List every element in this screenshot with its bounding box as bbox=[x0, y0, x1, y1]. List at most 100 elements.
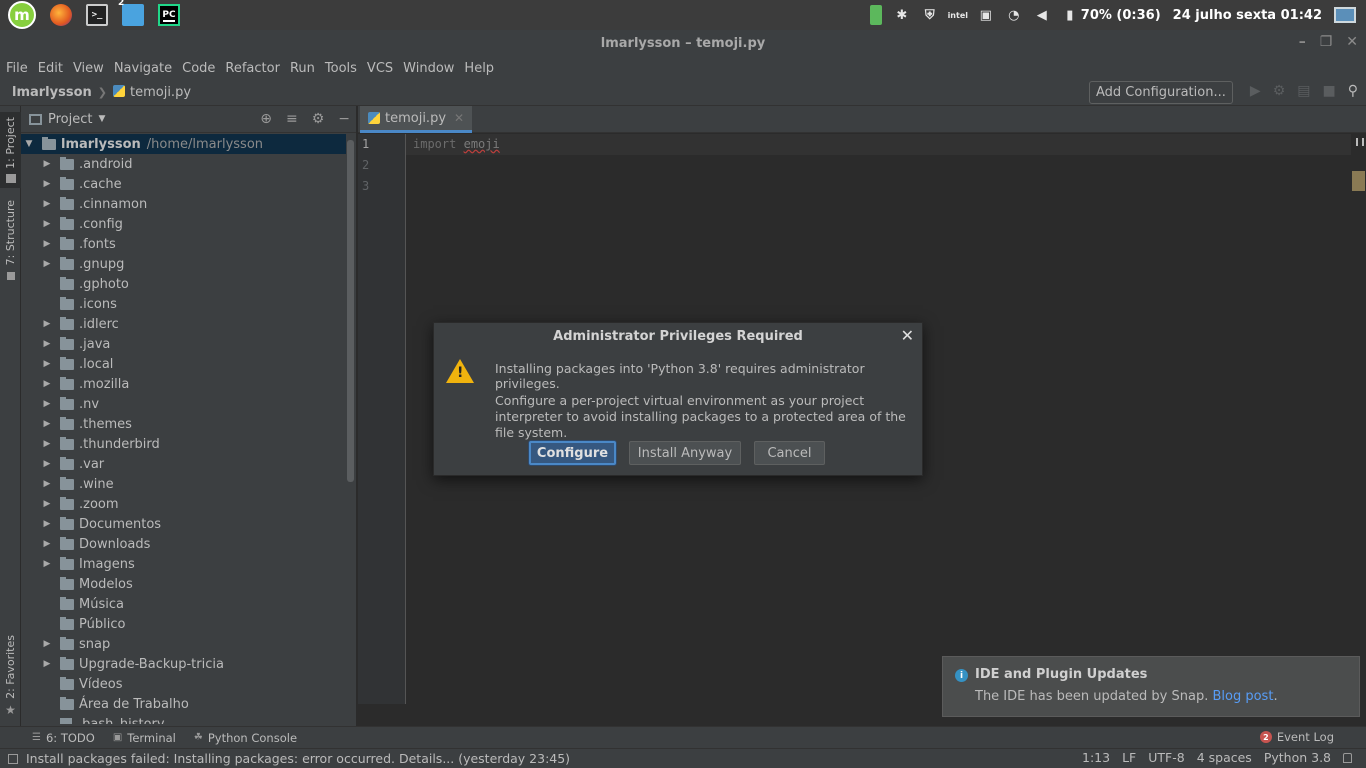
expand-arrow-icon[interactable]: ▶ bbox=[42, 459, 52, 469]
menu-code[interactable]: Code bbox=[178, 61, 219, 76]
files-icon[interactable]: 2 bbox=[118, 0, 144, 26]
expand-arrow-icon[interactable]: ▶ bbox=[42, 339, 52, 349]
caret-position[interactable]: 1:13 bbox=[1082, 750, 1110, 765]
menu-icon[interactable]: m bbox=[8, 1, 36, 29]
tree-item[interactable]: Modelos bbox=[21, 574, 346, 594]
menu-help[interactable]: Help bbox=[460, 61, 498, 76]
shield-icon[interactable]: ⛨ bbox=[922, 7, 938, 23]
tree-item[interactable]: ▶ .android bbox=[21, 154, 346, 174]
minimize-icon[interactable]: – bbox=[1299, 34, 1306, 50]
python-interpreter[interactable]: Python 3.8 bbox=[1264, 750, 1331, 765]
tab-temoji-py[interactable]: temoji.py ✕ bbox=[360, 106, 473, 133]
tab-favorites[interactable]: 2: Favorites ★ bbox=[0, 634, 21, 718]
search-icon[interactable]: ⚲ bbox=[1348, 83, 1358, 99]
menu-window[interactable]: Window bbox=[399, 61, 458, 76]
expand-arrow-icon[interactable]: ▶ bbox=[42, 199, 52, 209]
close-tab-icon[interactable]: ✕ bbox=[454, 111, 464, 125]
close-icon[interactable]: ✕ bbox=[901, 326, 914, 345]
chevron-down-icon[interactable]: ▼ bbox=[98, 114, 105, 124]
tree-item[interactable]: ▶ snap bbox=[21, 634, 346, 654]
expand-arrow-icon[interactable]: ▶ bbox=[42, 539, 52, 549]
gear-icon[interactable]: ⚙ bbox=[312, 111, 325, 127]
tree-item[interactable]: .gphoto bbox=[21, 274, 346, 294]
show-desktop-icon[interactable] bbox=[1334, 7, 1356, 23]
expand-arrow-icon[interactable]: ▶ bbox=[42, 379, 52, 389]
menu-edit[interactable]: Edit bbox=[34, 61, 67, 76]
terminal-icon[interactable]: >_ bbox=[86, 4, 108, 26]
menu-navigate[interactable]: Navigate bbox=[110, 61, 176, 76]
tree-item[interactable]: ▶ .config bbox=[21, 214, 346, 234]
expand-arrow-icon[interactable]: ▶ bbox=[42, 219, 52, 229]
clock[interactable]: 24 julho sexta 01:42 bbox=[1173, 8, 1322, 23]
expand-arrow-icon[interactable]: ▶ bbox=[42, 519, 52, 529]
tree-item[interactable]: ▶ .themes bbox=[21, 414, 346, 434]
expand-arrow-icon[interactable]: ▶ bbox=[42, 179, 52, 189]
collapse-all-icon[interactable]: ≡ bbox=[286, 111, 298, 127]
tree-item[interactable]: ▶ .thunderbird bbox=[21, 434, 346, 454]
expand-arrow-icon[interactable]: ▶ bbox=[42, 419, 52, 429]
menu-view[interactable]: View bbox=[69, 61, 108, 76]
tree-item[interactable]: .icons bbox=[21, 294, 346, 314]
coverage-icon[interactable]: ▤ bbox=[1297, 83, 1310, 99]
tree-item[interactable]: ▶ Upgrade-Backup-tricia bbox=[21, 654, 346, 674]
run-icon[interactable]: ▶ bbox=[1250, 83, 1261, 99]
tree-root[interactable]: ▼ lmarlysson /home/lmarlysson bbox=[21, 134, 346, 154]
intel-icon[interactable]: intel bbox=[948, 7, 968, 23]
update-manager-icon[interactable] bbox=[869, 5, 882, 25]
add-configuration-button[interactable]: Add Configuration... bbox=[1089, 81, 1233, 104]
file-encoding[interactable]: UTF-8 bbox=[1148, 750, 1184, 765]
breadcrumb-root[interactable]: lmarlysson bbox=[12, 85, 92, 100]
menu-refactor[interactable]: Refactor bbox=[221, 61, 284, 76]
code-line[interactable]: import emoji bbox=[413, 134, 500, 155]
tree-item[interactable]: ▶ Downloads bbox=[21, 534, 346, 554]
tree-item[interactable]: ▶ .idlerc bbox=[21, 314, 346, 334]
status-message[interactable]: Install packages failed: Installing pack… bbox=[26, 751, 570, 766]
lock-icon[interactable] bbox=[1343, 752, 1352, 763]
battery-indicator[interactable]: ▮ 70% (0:36) bbox=[1062, 7, 1160, 23]
configure-button[interactable]: Configure bbox=[529, 441, 616, 465]
tree-item[interactable]: ▶ .nv bbox=[21, 394, 346, 414]
tree-item[interactable]: ▶ .zoom bbox=[21, 494, 346, 514]
menu-file[interactable]: File bbox=[2, 61, 32, 76]
tree-item[interactable]: ▶ .java bbox=[21, 334, 346, 354]
expand-arrow-icon[interactable]: ▶ bbox=[42, 439, 52, 449]
tree-item[interactable]: Área de Trabalho bbox=[21, 694, 346, 714]
tree-item[interactable]: Música bbox=[21, 594, 346, 614]
tool-windows-icon[interactable] bbox=[8, 753, 18, 764]
tab-terminal[interactable]: ▣ Terminal bbox=[113, 731, 176, 745]
expand-arrow-icon[interactable]: ▶ bbox=[42, 239, 52, 249]
pycharm-icon[interactable]: PC bbox=[158, 4, 180, 26]
expand-arrow-icon[interactable]: ▶ bbox=[42, 499, 52, 509]
tab-event-log[interactable]: 2 Event Log bbox=[1259, 730, 1334, 744]
warning-marker[interactable] bbox=[1352, 171, 1365, 191]
bluetooth-icon[interactable]: ✱ bbox=[894, 7, 910, 23]
menu-tools[interactable]: Tools bbox=[321, 61, 361, 76]
locate-icon[interactable]: ⊕ bbox=[260, 111, 272, 127]
tree-item[interactable]: Vídeos bbox=[21, 674, 346, 694]
indent-setting[interactable]: 4 spaces bbox=[1197, 750, 1252, 765]
tab-project[interactable]: 1: Project bbox=[0, 112, 21, 188]
inspection-status-icon[interactable] bbox=[1356, 138, 1364, 146]
tree-item[interactable]: .bash_history bbox=[21, 714, 346, 724]
expand-arrow-icon[interactable]: ▶ bbox=[42, 559, 52, 569]
expand-arrow-icon[interactable]: ▶ bbox=[42, 399, 52, 409]
menu-vcs[interactable]: VCS bbox=[363, 61, 397, 76]
stop-icon[interactable]: ■ bbox=[1323, 83, 1336, 99]
expand-arrow-icon[interactable]: ▶ bbox=[42, 639, 52, 649]
tab-python-console[interactable]: ☘ Python Console bbox=[194, 731, 297, 745]
project-view-selector[interactable]: Project bbox=[48, 112, 92, 127]
volume-icon[interactable]: ◀ bbox=[1034, 7, 1050, 23]
menu-run[interactable]: Run bbox=[286, 61, 319, 76]
tree-item[interactable]: ▶ .fonts bbox=[21, 234, 346, 254]
hide-panel-icon[interactable]: − bbox=[338, 111, 350, 127]
tree-item[interactable]: ▶ .var bbox=[21, 454, 346, 474]
screenshot-icon[interactable]: ▣ bbox=[978, 7, 994, 23]
update-notification[interactable]: i IDE and Plugin Updates The IDE has bee… bbox=[942, 656, 1360, 717]
tree-item[interactable]: ▶ Documentos bbox=[21, 514, 346, 534]
blog-post-link[interactable]: Blog post bbox=[1212, 689, 1273, 704]
expand-arrow-icon[interactable]: ▶ bbox=[42, 259, 52, 269]
tree-item[interactable]: ▶ .cache bbox=[21, 174, 346, 194]
line-separator[interactable]: LF bbox=[1122, 750, 1136, 765]
project-scrollbar[interactable] bbox=[347, 140, 354, 482]
tree-item[interactable]: ▶ Imagens bbox=[21, 554, 346, 574]
